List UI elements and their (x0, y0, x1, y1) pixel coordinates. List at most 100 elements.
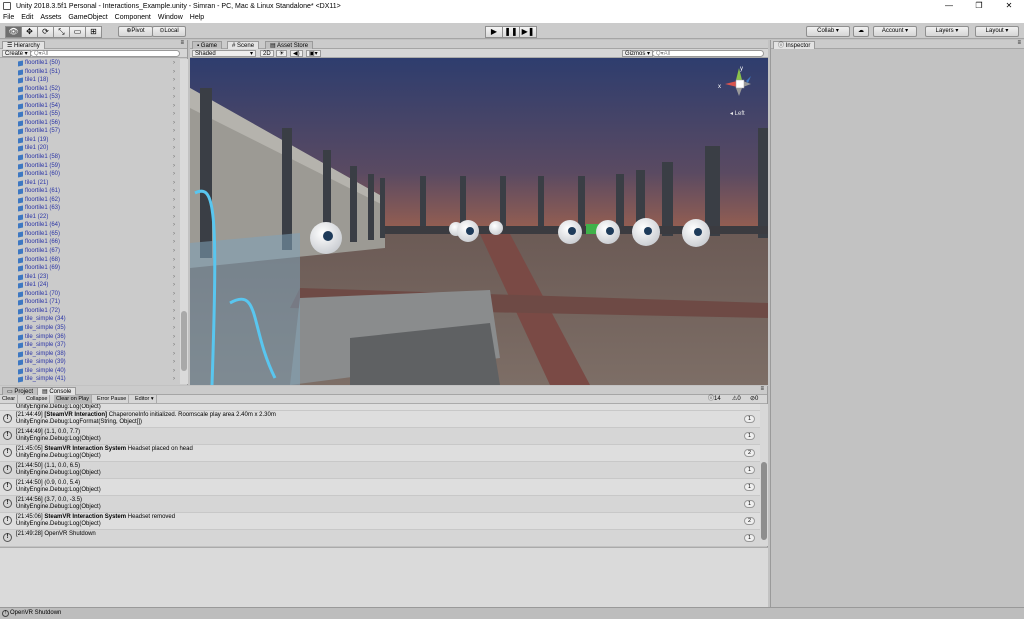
hierarchy-scrollbar[interactable] (180, 59, 188, 384)
close-button[interactable]: ✕ (994, 0, 1024, 12)
2d-toggle[interactable]: 2D (260, 50, 274, 57)
tab-game[interactable]: ▪ Game (192, 41, 223, 49)
hierarchy-item[interactable]: tile_simple (35) › (0, 324, 180, 333)
hierarchy-scroll-thumb[interactable] (181, 311, 187, 371)
tab-project[interactable]: ▭ Project (2, 387, 39, 395)
expand-arrow-icon[interactable]: › (173, 213, 175, 221)
clear-on-play-toggle[interactable]: Clear on Play (54, 395, 93, 404)
hierarchy-item[interactable]: floortile1 (71) › (0, 298, 180, 307)
hierarchy-item[interactable]: tile_simple (37) › (0, 341, 180, 350)
expand-arrow-icon[interactable]: › (173, 367, 175, 375)
panel-menu-icon[interactable]: ≡ (180, 40, 184, 46)
console-entry[interactable]: ! [21:44:50] (0.9, 0.0, 5.4) UnityEngine.D… (0, 479, 760, 496)
expand-arrow-icon[interactable]: › (173, 170, 175, 178)
scale-tool-icon[interactable]: ⤡ (53, 26, 70, 38)
hierarchy-item[interactable]: floortile1 (54) › (0, 102, 180, 111)
hierarchy-item[interactable]: floortile1 (65) › (0, 230, 180, 239)
expand-arrow-icon[interactable]: › (173, 196, 175, 204)
collapse-button[interactable]: Collapse (24, 395, 51, 404)
console-entry[interactable]: ! [21:44:50] (1.1, 0.0, 6.5) UnityEngine.D… (0, 462, 760, 479)
hierarchy-item[interactable]: tile1 (18) › (0, 76, 180, 85)
hierarchy-item[interactable]: tile1 (21) › (0, 179, 180, 188)
expand-arrow-icon[interactable]: › (173, 144, 175, 152)
hierarchy-item[interactable]: floortile1 (50) › (0, 59, 180, 68)
menu-file[interactable]: File (3, 14, 14, 21)
hierarchy-item[interactable]: tile1 (22) › (0, 213, 180, 222)
inspector-menu-icon[interactable]: ≡ (1017, 40, 1021, 46)
scene-search-input[interactable]: Q▾All (652, 50, 764, 57)
clear-button[interactable]: Clear (0, 395, 19, 404)
transform-tool-icon[interactable]: ⊞ (85, 26, 102, 38)
layers-dropdown[interactable]: Layers ▾ (925, 26, 969, 37)
console-row-partial[interactable]: UnityEngine.Debug:Log(Object) (0, 404, 760, 411)
hierarchy-item[interactable]: floortile1 (52) › (0, 85, 180, 94)
hierarchy-item[interactable]: floortile1 (60) › (0, 170, 180, 179)
menu-gameobject[interactable]: GameObject (68, 14, 107, 21)
tab-inspector[interactable]: ⓘ Inspector (773, 41, 816, 49)
account-dropdown[interactable]: Account ▾ (873, 26, 917, 37)
expand-arrow-icon[interactable]: › (173, 59, 175, 67)
expand-arrow-icon[interactable]: › (173, 315, 175, 323)
gizmos-dropdown[interactable]: Gizmos ▾ (622, 50, 654, 57)
console-entry[interactable]: ! [21:44:56] (3.7, 0.0, -3.5) UnityEngine.… (0, 496, 760, 513)
expand-arrow-icon[interactable]: › (173, 238, 175, 246)
view-tool-icon[interactable]: 👁 (5, 26, 22, 38)
error-count-toggle[interactable]: ⊘0 (750, 396, 758, 403)
rect-tool-icon[interactable]: ▭ (69, 26, 86, 38)
expand-arrow-icon[interactable]: › (173, 102, 175, 110)
menu-component[interactable]: Component (115, 14, 151, 21)
expand-arrow-icon[interactable]: › (173, 136, 175, 144)
maximize-button[interactable]: ❐ (964, 0, 994, 12)
console-entry[interactable]: ! [21:44:49] [SteamVR Interaction] Chaper… (0, 411, 760, 428)
audio-icon[interactable]: ◀) (290, 50, 303, 57)
rotate-tool-icon[interactable]: ⟳ (37, 26, 54, 38)
status-bar[interactable]: ! OpenVR Shutdown (0, 607, 1024, 619)
expand-arrow-icon[interactable]: › (173, 298, 175, 306)
minimize-button[interactable]: — (934, 0, 964, 12)
menu-window[interactable]: Window (158, 14, 183, 21)
hierarchy-item[interactable]: tile1 (24) › (0, 281, 180, 290)
tab-asset-store[interactable]: ▤ Asset Store (265, 41, 314, 49)
hierarchy-item[interactable]: floortile1 (72) › (0, 307, 180, 316)
expand-arrow-icon[interactable]: › (173, 341, 175, 349)
expand-arrow-icon[interactable]: › (173, 187, 175, 195)
hierarchy-item[interactable]: floortile1 (63) › (0, 204, 180, 213)
expand-arrow-icon[interactable]: › (173, 110, 175, 118)
expand-arrow-icon[interactable]: › (173, 273, 175, 281)
hierarchy-item[interactable]: floortile1 (68) › (0, 256, 180, 265)
console-scrollbar[interactable] (760, 404, 768, 546)
effects-icon[interactable]: ▣▾ (306, 50, 321, 57)
hierarchy-item[interactable]: tile1 (19) › (0, 136, 180, 145)
hierarchy-item[interactable]: floortile1 (56) › (0, 119, 180, 128)
tab-hierarchy[interactable]: ☰ Hierarchy (2, 41, 45, 49)
expand-arrow-icon[interactable]: › (173, 358, 175, 366)
expand-arrow-icon[interactable]: › (173, 247, 175, 255)
log-count-toggle[interactable]: ⓘ14 (708, 396, 721, 403)
hierarchy-search-input[interactable]: Q▾All (30, 50, 180, 57)
tab-scene[interactable]: # Scene (227, 41, 260, 49)
hierarchy-item[interactable]: tile_simple (38) › (0, 350, 180, 359)
hierarchy-item[interactable]: tile_simple (39) › (0, 358, 180, 367)
expand-arrow-icon[interactable]: › (173, 375, 175, 383)
expand-arrow-icon[interactable]: › (173, 333, 175, 341)
expand-arrow-icon[interactable]: › (173, 290, 175, 298)
scene-viewport[interactable]: y x ◂ Left (190, 58, 768, 385)
console-menu-icon[interactable]: ≡ (760, 386, 764, 392)
console-scroll-thumb[interactable] (761, 462, 767, 540)
expand-arrow-icon[interactable]: › (173, 204, 175, 212)
hierarchy-item[interactable]: tile_simple (36) › (0, 333, 180, 342)
hierarchy-item[interactable]: floortile1 (51) › (0, 68, 180, 77)
hierarchy-item[interactable]: floortile1 (57) › (0, 127, 180, 136)
hierarchy-item[interactable]: floortile1 (55) › (0, 110, 180, 119)
hierarchy-item[interactable]: floortile1 (53) › (0, 93, 180, 102)
lighting-icon[interactable]: ☀ (276, 50, 288, 57)
hierarchy-item[interactable]: floortile1 (61) › (0, 187, 180, 196)
collab-button[interactable]: Collab ▾ (806, 26, 850, 37)
expand-arrow-icon[interactable]: › (173, 85, 175, 93)
expand-arrow-icon[interactable]: › (173, 127, 175, 135)
play-button[interactable]: ▶ (485, 26, 503, 38)
layout-dropdown[interactable]: Layout ▾ (975, 26, 1019, 37)
hierarchy-item[interactable]: tile1 (23) › (0, 273, 180, 282)
error-pause-toggle[interactable]: Error Pause (95, 395, 130, 404)
expand-arrow-icon[interactable]: › (173, 221, 175, 229)
